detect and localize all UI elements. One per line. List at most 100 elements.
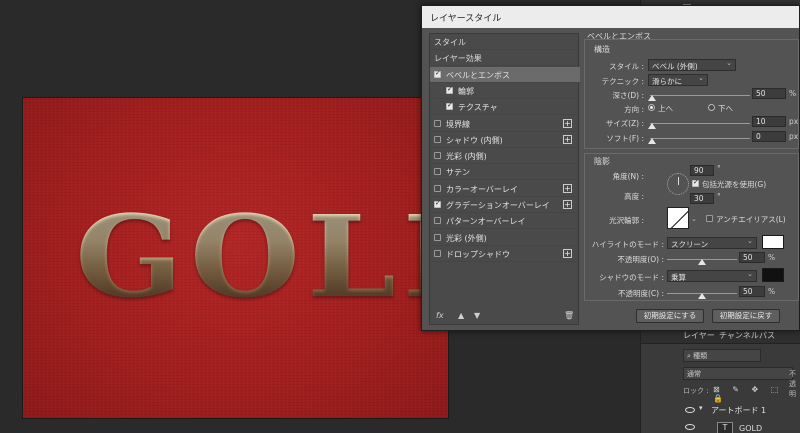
- style-select-value: ベベル (外側): [652, 62, 698, 71]
- style-checkbox[interactable]: [434, 152, 441, 160]
- style-checkbox[interactable]: [446, 85, 453, 94]
- gloss-contour-preview[interactable]: [667, 207, 689, 229]
- shadow-opacity-input[interactable]: 50: [739, 286, 765, 297]
- highlight-opacity-knob[interactable]: [698, 259, 706, 265]
- style-row[interactable]: スタイル: [430, 34, 580, 50]
- style-checkbox[interactable]: [434, 233, 441, 241]
- style-select[interactable]: ベベル (外側) ⌄: [648, 59, 736, 71]
- blend-mode-select[interactable]: 通常: [683, 367, 793, 380]
- size-slider[interactable]: [650, 123, 750, 124]
- style-row-label: 光彩 (外側): [446, 233, 487, 243]
- add-effect-icon[interactable]: +: [563, 183, 572, 193]
- layer-gold-row[interactable]: T GOLD: [683, 418, 800, 433]
- style-row[interactable]: パターンオーバーレイ: [430, 213, 580, 230]
- style-row[interactable]: ベベルとエンボス: [430, 66, 580, 83]
- layer-artboard-row[interactable]: ▾ アートボード 1: [683, 402, 800, 418]
- antialias-checkbox[interactable]: [706, 215, 713, 222]
- chevron-down-icon[interactable]: ⌄: [691, 215, 697, 223]
- arrow-down-icon[interactable]: ▼: [474, 311, 480, 320]
- global-light-checkbox[interactable]: [692, 178, 699, 187]
- style-row-label: 輪郭: [458, 86, 474, 96]
- style-checkbox[interactable]: [434, 184, 441, 192]
- style-checkbox[interactable]: [434, 217, 441, 225]
- technique-select[interactable]: 滑らかに ⌄: [648, 74, 708, 86]
- highlight-mode-select[interactable]: スクリーン ⌄: [667, 237, 757, 249]
- size-input[interactable]: 10: [752, 116, 786, 127]
- highlight-opacity-input[interactable]: 50: [739, 252, 765, 263]
- style-row[interactable]: シャドウ (内側) +: [430, 132, 580, 148]
- document-canvas[interactable]: GOLD: [22, 97, 449, 419]
- style-row-label: グラデーションオーバーレイ: [446, 201, 550, 210]
- add-effect-icon[interactable]: +: [563, 118, 572, 128]
- lock-icons[interactable]: ⊠ ✎ ✥ ⬚ 🔒: [713, 385, 800, 403]
- style-checkbox[interactable]: [434, 135, 441, 143]
- highlight-color-swatch[interactable]: [762, 235, 784, 249]
- layers-filter-label: 種類: [693, 352, 708, 360]
- technique-select-value: 滑らかに: [652, 77, 682, 86]
- style-row[interactable]: 輪郭: [430, 83, 580, 99]
- depth-input[interactable]: 50: [752, 88, 786, 99]
- size-slider-knob[interactable]: [648, 123, 656, 129]
- add-effect-icon[interactable]: +: [563, 200, 572, 209]
- style-checkbox[interactable]: [434, 119, 441, 127]
- styles-list: スタイルレイヤー効果ベベルとエンボス輪郭テクスチャ境界線 + シャドウ (内側) + 光…: [429, 33, 580, 325]
- style-row[interactable]: グラデーションオーバーレイ +: [430, 197, 580, 213]
- style-checkbox[interactable]: [434, 199, 441, 208]
- style-checkbox[interactable]: [434, 168, 441, 176]
- shadow-opacity-knob[interactable]: [698, 293, 706, 299]
- technique-label: テクニック :: [601, 77, 644, 86]
- shadow-mode-select[interactable]: 乗算 ⌄: [667, 270, 757, 282]
- reset-default-button[interactable]: 初期設定に戻す: [712, 309, 780, 323]
- soften-slider-knob[interactable]: [648, 138, 656, 144]
- soften-unit: px: [789, 132, 799, 141]
- shadow-opacity-unit: %: [768, 287, 776, 296]
- fx-icon[interactable]: fx: [436, 311, 444, 320]
- shadow-color-swatch[interactable]: [762, 268, 784, 282]
- angle-input[interactable]: 90: [690, 165, 714, 176]
- structure-title: 構造: [594, 45, 610, 54]
- trash-icon[interactable]: 🗑: [564, 311, 574, 320]
- eye-icon[interactable]: [685, 424, 695, 430]
- style-row[interactable]: ドロップシャドウ +: [430, 246, 580, 262]
- style-row[interactable]: サテン: [430, 164, 580, 181]
- arrow-up-icon[interactable]: ▲: [458, 311, 464, 320]
- depth-slider[interactable]: [650, 95, 750, 96]
- altitude-input[interactable]: 30: [690, 193, 714, 204]
- style-checkbox[interactable]: [446, 101, 453, 111]
- style-row[interactable]: 光彩 (内側): [430, 148, 580, 165]
- style-row-label: ベベルとエンボス: [446, 70, 510, 80]
- style-label: スタイル :: [609, 62, 644, 71]
- soften-label: ソフト(F) :: [606, 134, 644, 143]
- depth-slider-knob[interactable]: [648, 95, 656, 101]
- make-default-button[interactable]: 初期設定にする: [636, 309, 704, 323]
- soften-slider[interactable]: [650, 138, 750, 139]
- angle-label: 角度(N) :: [612, 172, 644, 181]
- add-effect-icon[interactable]: +: [563, 248, 572, 258]
- chevron-down-icon: ⌄: [747, 270, 753, 278]
- style-row[interactable]: 光彩 (外側): [430, 230, 580, 246]
- angle-dial[interactable]: [667, 173, 689, 195]
- eye-icon[interactable]: [685, 407, 695, 413]
- style-checkbox[interactable]: [434, 249, 441, 257]
- size-unit: px: [789, 117, 799, 126]
- layers-filter-select[interactable]: ⌕ 種類: [683, 349, 761, 362]
- style-row[interactable]: カラーオーバーレイ +: [430, 181, 580, 197]
- style-row[interactable]: テクスチャ: [430, 99, 580, 116]
- add-effect-icon[interactable]: +: [563, 134, 572, 144]
- style-checkbox[interactable]: [434, 69, 441, 78]
- soften-input[interactable]: 0: [752, 131, 786, 142]
- direction-up-radio[interactable]: [648, 104, 655, 111]
- style-row-label: 境界線: [446, 119, 470, 129]
- tab-layers[interactable]: レイヤー: [683, 330, 715, 341]
- shadow-mode-value: 乗算: [671, 273, 686, 282]
- direction-down-radio[interactable]: [708, 104, 715, 111]
- style-row[interactable]: レイヤー効果: [430, 50, 580, 67]
- artboard-name: アートボード 1: [711, 406, 767, 415]
- style-row[interactable]: 境界線 +: [430, 116, 580, 132]
- altitude-label: 高度 :: [624, 192, 644, 201]
- chevron-down-icon: ⌄: [698, 74, 704, 82]
- tab-paths[interactable]: パス: [759, 330, 775, 341]
- tab-channels[interactable]: チャンネル: [719, 330, 759, 341]
- chevron-down-icon[interactable]: ▾: [699, 404, 703, 412]
- chevron-down-icon: ⌄: [747, 237, 753, 245]
